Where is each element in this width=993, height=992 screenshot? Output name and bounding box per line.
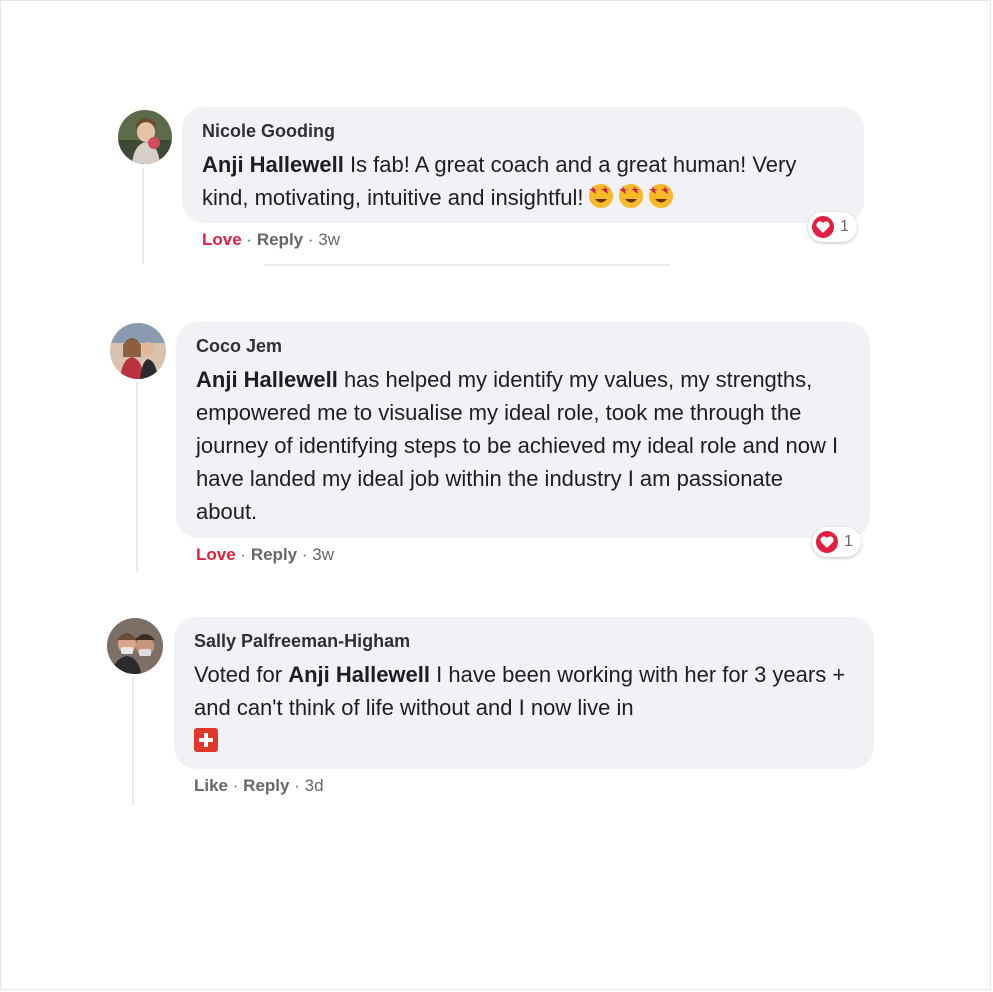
- star-struck-icon: [618, 184, 643, 208]
- separator: ·: [301, 545, 308, 564]
- heart-icon: [816, 531, 838, 553]
- avatar[interactable]: [118, 110, 172, 164]
- timestamp[interactable]: 3w: [312, 545, 334, 564]
- timestamp[interactable]: 3w: [318, 230, 340, 249]
- comment-author[interactable]: Nicole Gooding: [202, 121, 844, 142]
- comment-bubble: Coco Jem Anji Hallewell has helped my id…: [176, 322, 870, 538]
- reaction-count: 1: [840, 218, 849, 235]
- reply-button[interactable]: Reply: [243, 776, 289, 795]
- separator: ·: [294, 776, 300, 795]
- comment-actions: Love · Reply · 3w: [202, 230, 340, 250]
- divider: [265, 264, 670, 266]
- avatar[interactable]: [110, 323, 166, 379]
- comment-body-prefix: Voted for: [194, 662, 289, 687]
- mention-link[interactable]: Anji Hallewell: [202, 152, 344, 177]
- mention-link[interactable]: Anji Hallewell: [196, 367, 338, 392]
- separator: ·: [232, 776, 239, 795]
- thread-line: [136, 382, 138, 572]
- comment-text: Anji Hallewell has helped my identify my…: [196, 363, 850, 528]
- mention-link[interactable]: Anji Hallewell: [288, 662, 430, 687]
- separator: ·: [240, 545, 247, 564]
- star-struck-icon: [588, 184, 613, 208]
- timestamp[interactable]: 3d: [305, 776, 324, 795]
- avatar[interactable]: [107, 618, 163, 674]
- reaction-count: 1: [844, 533, 853, 550]
- reply-button[interactable]: Reply: [251, 545, 297, 564]
- love-button[interactable]: Love: [196, 545, 236, 564]
- comment-actions: Like · Reply · 3d: [194, 776, 324, 796]
- comment-actions: Love · Reply · 3w: [196, 545, 334, 565]
- comment-author[interactable]: Sally Palfreeman-Higham: [194, 631, 854, 652]
- separator: ·: [246, 230, 253, 249]
- comment-text: Voted for Anji Hallewell I have been wor…: [194, 658, 854, 757]
- comment-author[interactable]: Coco Jem: [196, 336, 850, 357]
- like-button[interactable]: Like: [194, 776, 228, 795]
- star-struck-icon: [648, 184, 673, 208]
- reply-button[interactable]: Reply: [257, 230, 303, 249]
- reaction-summary[interactable]: 1: [812, 527, 861, 557]
- reaction-summary[interactable]: 1: [808, 212, 857, 242]
- thread-line: [142, 168, 144, 264]
- swiss-flag-icon: [194, 728, 218, 752]
- love-button[interactable]: Love: [202, 230, 242, 249]
- comment-bubble: Nicole Gooding Anji Hallewell Is fab! A …: [182, 107, 864, 223]
- comment-text: Anji Hallewell Is fab! A great coach and…: [202, 148, 844, 214]
- separator: ·: [307, 230, 314, 249]
- comment-bubble: Sally Palfreeman-Higham Voted for Anji H…: [174, 617, 874, 769]
- heart-icon: [812, 216, 834, 238]
- thread-line: [132, 676, 134, 806]
